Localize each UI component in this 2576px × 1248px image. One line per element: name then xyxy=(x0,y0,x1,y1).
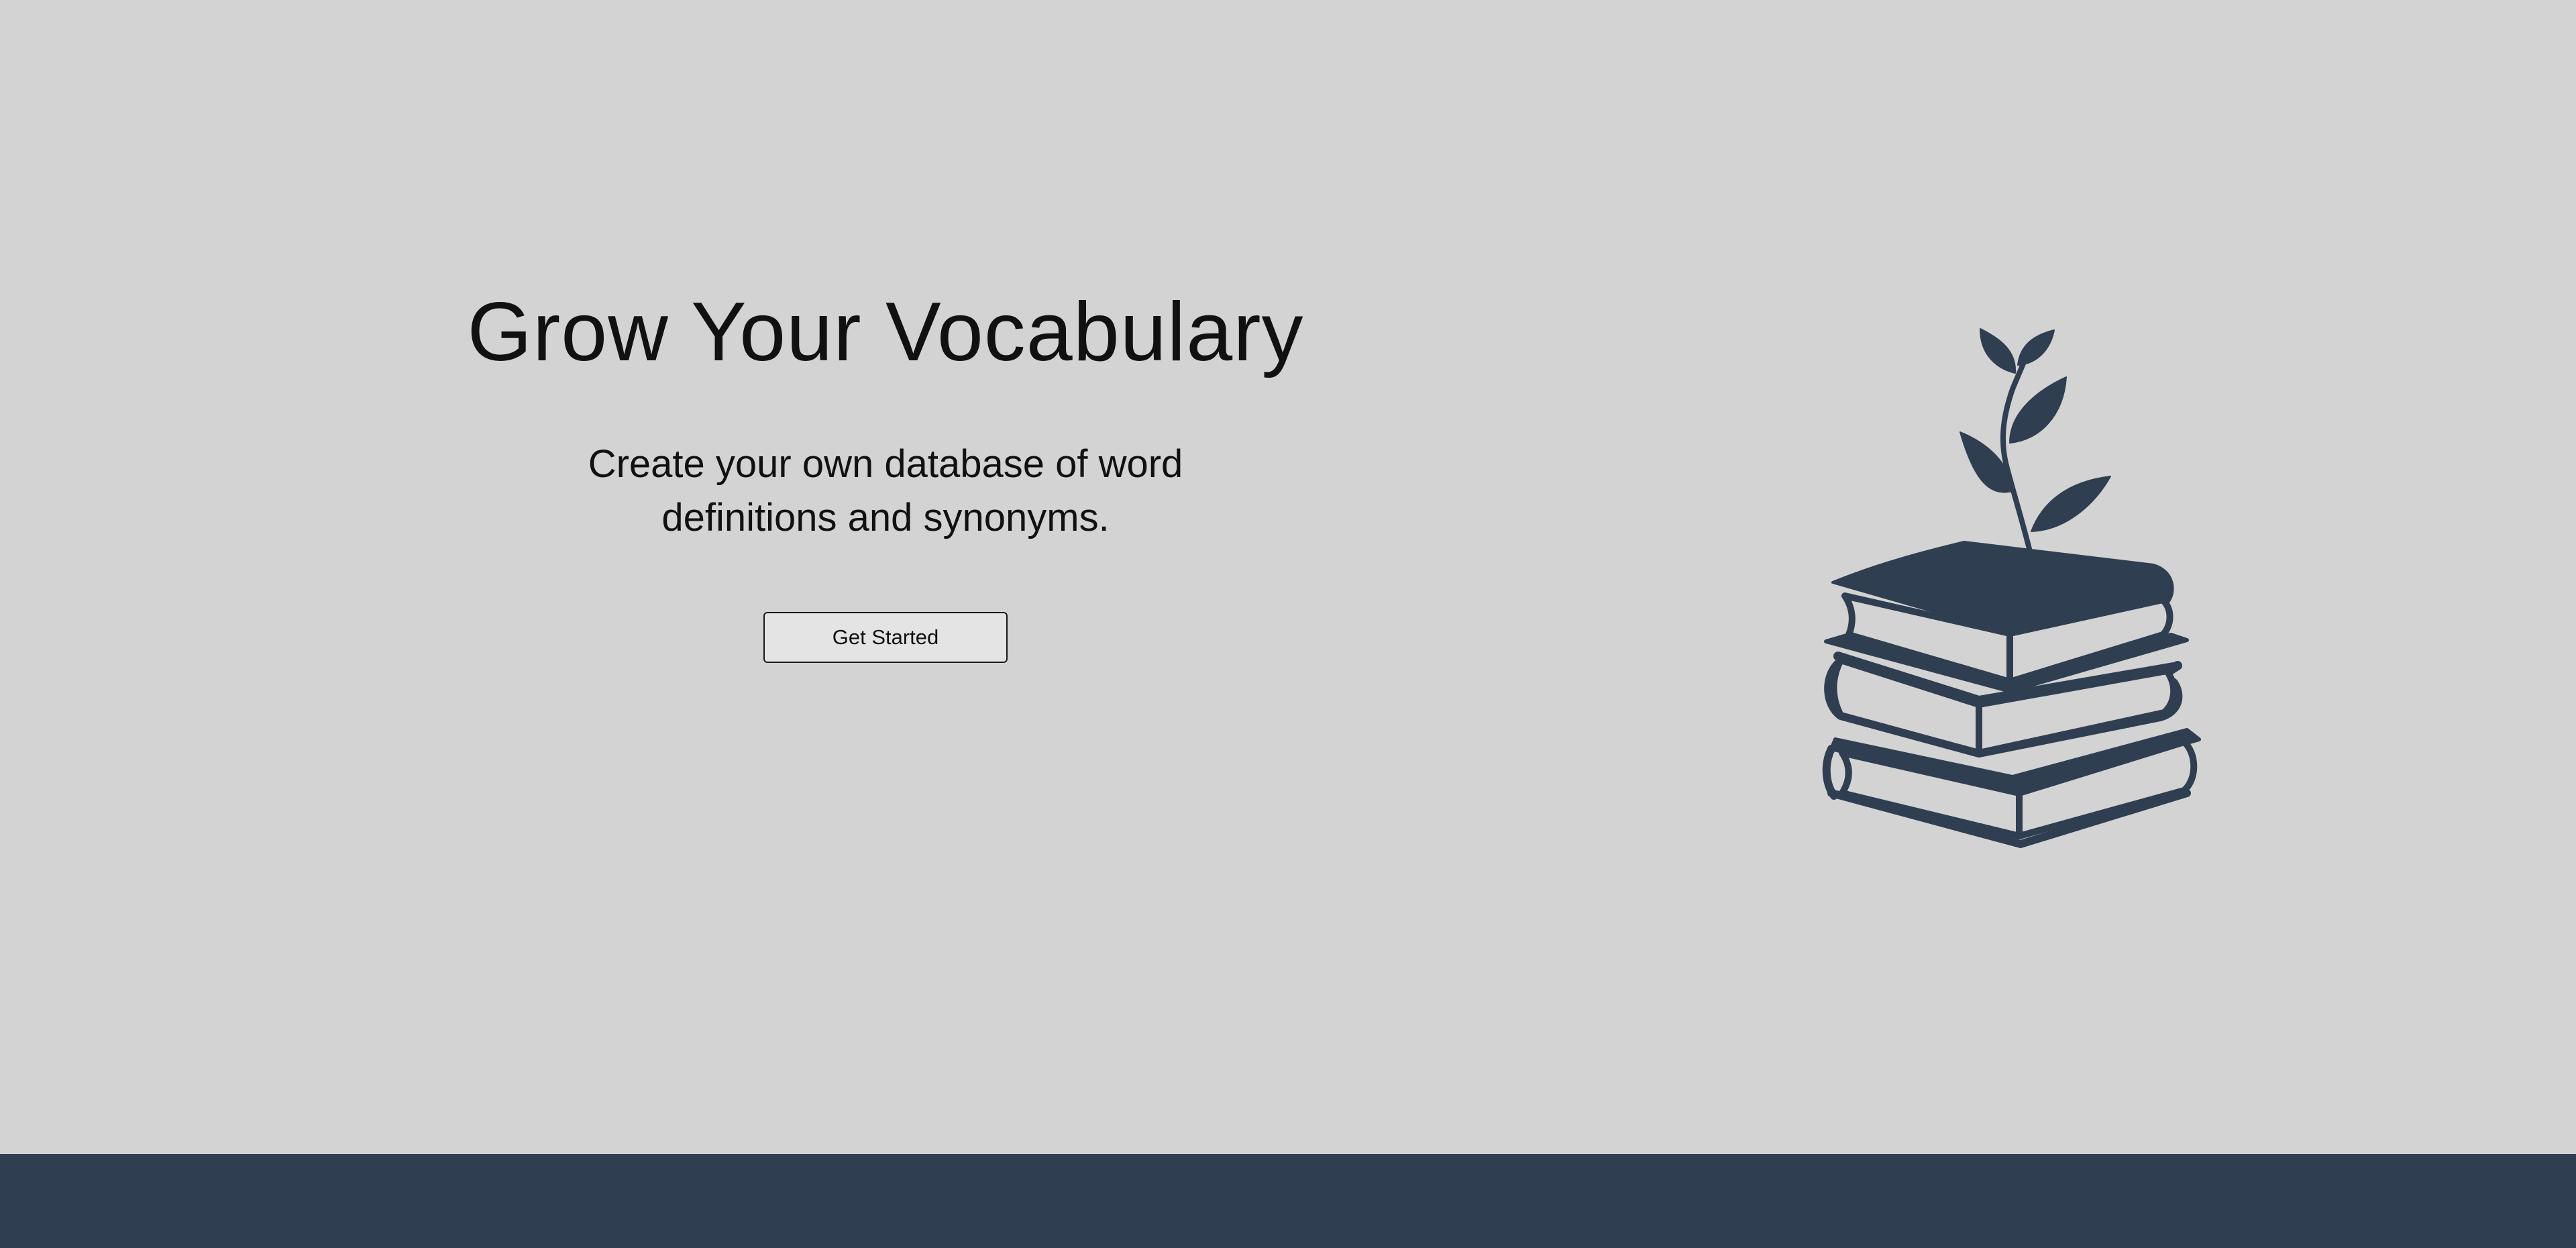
hero-section: Grow Your Vocabulary Create your own dat… xyxy=(0,0,2576,1154)
hero-title: Grow Your Vocabulary xyxy=(467,286,1304,378)
books-with-sprout-icon xyxy=(1822,328,2201,848)
hero-subtitle: Create your own database of word definit… xyxy=(588,442,1183,539)
get-started-button[interactable]: Get Started xyxy=(763,612,1008,663)
footer-bar xyxy=(0,1154,2576,1248)
hero-text-block: Grow Your Vocabulary Create your own dat… xyxy=(429,282,1342,663)
landing-page: Grow Your Vocabulary Create your own dat… xyxy=(0,0,2576,1248)
